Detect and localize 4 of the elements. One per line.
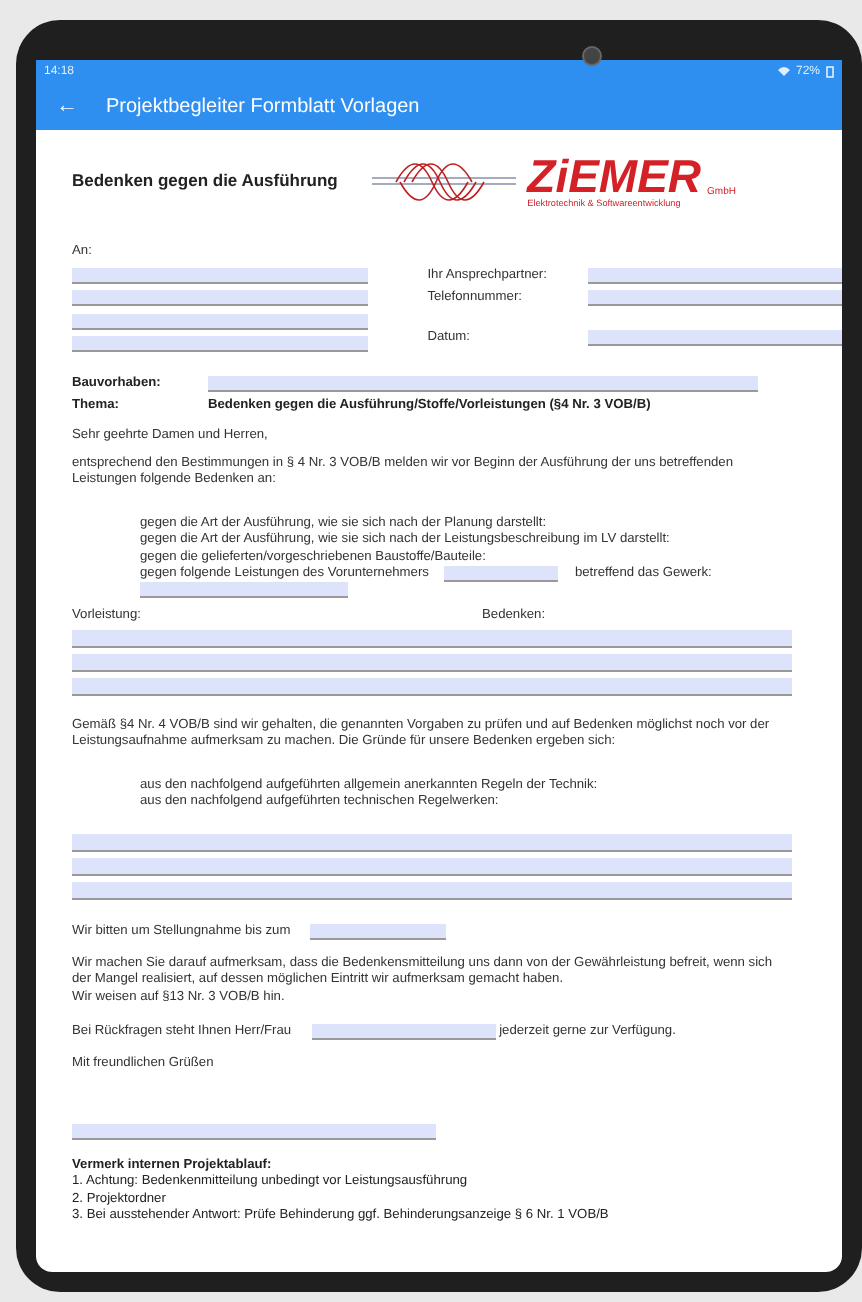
- back-button[interactable]: ←: [56, 94, 78, 118]
- form-title: Bedenken gegen die Ausführung: [72, 172, 338, 190]
- company-logo-text: ZiEMER: [527, 154, 702, 198]
- app-title: Projektbegleiter Formblatt Vorlagen: [106, 95, 420, 117]
